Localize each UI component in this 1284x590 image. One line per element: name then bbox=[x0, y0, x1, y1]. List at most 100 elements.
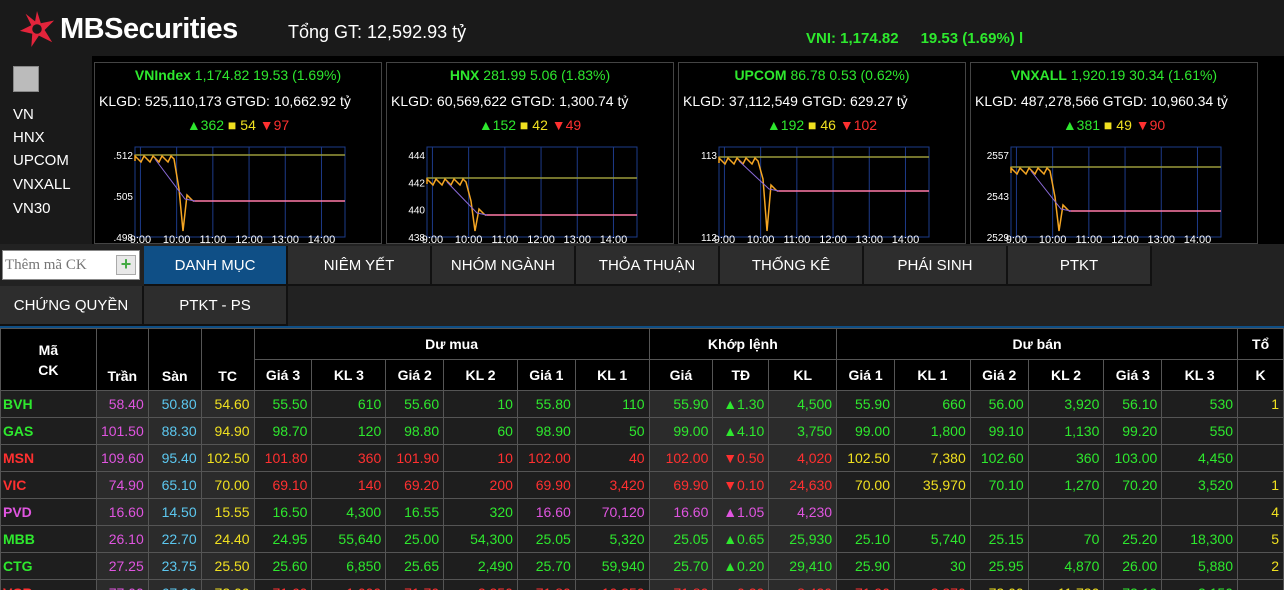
table-row[interactable]: MSN 109.60 95.40 102.50 101.80 360 101.90 10 102… bbox=[0, 444, 1284, 472]
cell: 23.75 bbox=[147, 552, 202, 580]
toggle-square-icon[interactable] bbox=[13, 66, 39, 92]
table-row[interactable]: VCB77.0067.0072.0071.601,00071.702,35071… bbox=[0, 579, 1284, 590]
index-selector: VN HNX UPCOM VNXALL VN30 bbox=[0, 56, 92, 244]
cell: 98.70 bbox=[253, 417, 313, 445]
cell bbox=[1237, 579, 1284, 590]
y-tick-label: .512 bbox=[114, 151, 134, 162]
col-header[interactable]: Giá 2 bbox=[969, 359, 1029, 391]
cell: 56.00 bbox=[969, 390, 1029, 418]
cell: 55,640 bbox=[311, 525, 387, 553]
cell: 1,130 bbox=[1027, 417, 1105, 445]
tab-ptkt[interactable]: PTKT bbox=[1008, 246, 1152, 286]
running-ticker: VNI: 1,174.82 19.53 (1.69%) l bbox=[806, 30, 1045, 47]
cell: 94.90 bbox=[200, 417, 255, 445]
cell: 8,420 bbox=[768, 579, 838, 590]
cell: 99.00 bbox=[648, 417, 714, 445]
col-reference[interactable]: TC bbox=[200, 328, 255, 391]
cell: ▲0.65 bbox=[712, 525, 770, 553]
cell: 109.60 bbox=[95, 444, 149, 472]
price-line bbox=[134, 154, 194, 232]
symbol-cell[interactable]: CTG bbox=[0, 552, 97, 580]
col-symbol[interactable]: Mã CK bbox=[0, 328, 97, 391]
symbol-cell[interactable]: MSN bbox=[0, 444, 97, 472]
tab-chung-quyen[interactable]: CHỨNG QUYỀN bbox=[0, 286, 144, 326]
table-row[interactable]: MBB 26.10 22.70 24.40 24.95 55,640 25.00 54,300… bbox=[0, 525, 1284, 553]
cell: 10 bbox=[443, 444, 518, 472]
col-header[interactable]: Giá 1 bbox=[516, 359, 576, 391]
panel-vnindex[interactable]: VNIndex 1,174.82 19.53 (1.69%) KLGD: 525… bbox=[94, 62, 382, 245]
panel-value: 86.78 0.53 (0.62%) bbox=[790, 67, 910, 83]
cell: 102.50 bbox=[836, 444, 896, 472]
index-item-upcom[interactable]: UPCOM bbox=[13, 152, 69, 169]
col-header[interactable]: K bbox=[1237, 359, 1284, 391]
add-symbol-input[interactable] bbox=[5, 254, 111, 276]
table-row[interactable]: CTG 27.25 23.75 25.50 25.60 6,850 25.65 2,490 25… bbox=[0, 552, 1284, 580]
cell: 55.90 bbox=[648, 390, 714, 418]
cell: 25.20 bbox=[1103, 525, 1163, 553]
tab-thoa-thuan[interactable]: THỎA THUẬN bbox=[576, 246, 720, 286]
panel-name: VNIndex bbox=[134, 67, 191, 83]
panel-volume: KLGD: 60,569,622 GTGD: 1,300.74 tỷ bbox=[391, 93, 629, 109]
col-header[interactable]: KL bbox=[768, 359, 838, 391]
table-row[interactable]: GAS 101.50 88.30 94.90 98.70 120 98.80 60 98.90 5… bbox=[0, 417, 1284, 445]
tab-thong-ke[interactable]: THỐNG KÊ bbox=[720, 246, 864, 286]
cell: 55.50 bbox=[253, 390, 313, 418]
symbol-cell[interactable]: MBB bbox=[0, 525, 97, 553]
cell: 30 bbox=[894, 552, 971, 580]
table-row[interactable]: VIC 74.90 65.10 70.00 69.10 140 69.20 200 69.90 3… bbox=[0, 471, 1284, 499]
cell: ▲1.05 bbox=[712, 498, 770, 526]
col-header[interactable]: Giá 1 bbox=[836, 359, 896, 391]
col-header[interactable]: KL 3 bbox=[311, 359, 387, 391]
cell: 4,020 bbox=[768, 444, 838, 472]
symbol-cell[interactable]: BVH bbox=[0, 390, 97, 418]
col-header[interactable]: KL 1 bbox=[894, 359, 971, 391]
table-row[interactable]: BVH 58.40 50.80 54.60 55.50 610 55.60 10 55.80 11… bbox=[0, 390, 1284, 418]
cell: 14.50 bbox=[147, 498, 202, 526]
index-item-vn30[interactable]: VN30 bbox=[13, 200, 51, 217]
panel-vnxall[interactable]: VNXALL 1,920.19 30.34 (1.61%) KLGD: 487,… bbox=[970, 62, 1258, 245]
table-row[interactable]: PVD 16.60 14.50 15.55 16.50 4,300 16.55 320 16.6… bbox=[0, 498, 1284, 526]
col-header[interactable]: KL 3 bbox=[1161, 359, 1239, 391]
cell bbox=[969, 498, 1029, 526]
col-header[interactable]: KL 1 bbox=[574, 359, 650, 391]
symbol-cell[interactable]: VIC bbox=[0, 471, 97, 499]
plus-icon[interactable]: + bbox=[116, 255, 136, 275]
col-header[interactable]: KL 2 bbox=[1027, 359, 1105, 391]
col-floor[interactable]: Sàn bbox=[147, 328, 202, 391]
price-line bbox=[426, 177, 486, 232]
add-symbol-box: + bbox=[2, 250, 140, 280]
tab-nhom-nganh[interactable]: NHÓM NGÀNH bbox=[432, 246, 576, 286]
cell: 102.60 bbox=[969, 444, 1029, 472]
index-item-vnxall[interactable]: VNXALL bbox=[13, 176, 71, 193]
col-header[interactable]: KL 2 bbox=[443, 359, 518, 391]
col-header[interactable]: Giá 2 bbox=[385, 359, 445, 391]
cell: 25.00 bbox=[385, 525, 445, 553]
cell: 16.60 bbox=[516, 498, 576, 526]
col-ceiling[interactable]: Trần bbox=[95, 328, 149, 391]
cell: 25.95 bbox=[969, 552, 1029, 580]
intraday-chart: 9:00 10:00 11:00 12:00 13:00 14:0044444244043… bbox=[408, 146, 638, 245]
cell: 4,870 bbox=[1027, 552, 1105, 580]
col-header[interactable]: Giá bbox=[648, 359, 714, 391]
y-tick-label: 442 bbox=[408, 178, 425, 189]
tab-niem-yet[interactable]: NIÊM YẾT bbox=[288, 246, 432, 286]
tab-ptkt-ps[interactable]: PTKT - PS bbox=[144, 286, 288, 326]
tab-danh-muc[interactable]: DANH MỤC bbox=[144, 246, 288, 286]
cell bbox=[894, 498, 971, 526]
cell: 25.15 bbox=[969, 525, 1029, 553]
brand-logo[interactable]: MBSecurities bbox=[18, 9, 238, 49]
tab-phai-sinh[interactable]: PHÁI SINH bbox=[864, 246, 1008, 286]
symbol-cell[interactable]: VCB bbox=[0, 579, 97, 590]
panel-hnx[interactable]: HNX 281.99 5.06 (1.83%) KLGD: 60,569,622… bbox=[386, 62, 674, 245]
cell: 25.90 bbox=[836, 552, 896, 580]
panel-upcom[interactable]: UPCOM 86.78 0.53 (0.62%) KLGD: 37,112,54… bbox=[678, 62, 966, 245]
col-header[interactable]: TĐ bbox=[712, 359, 770, 391]
symbol-cell[interactable]: GAS bbox=[0, 417, 97, 445]
symbol-cell[interactable]: PVD bbox=[0, 498, 97, 526]
index-item-vn[interactable]: VN bbox=[13, 106, 34, 123]
index-item-hnx[interactable]: HNX bbox=[13, 129, 45, 146]
cell: 2 bbox=[1237, 552, 1284, 580]
col-header[interactable]: Giá 3 bbox=[253, 359, 313, 391]
col-header[interactable]: Giá 3 bbox=[1103, 359, 1163, 391]
cell: 24.40 bbox=[200, 525, 255, 553]
